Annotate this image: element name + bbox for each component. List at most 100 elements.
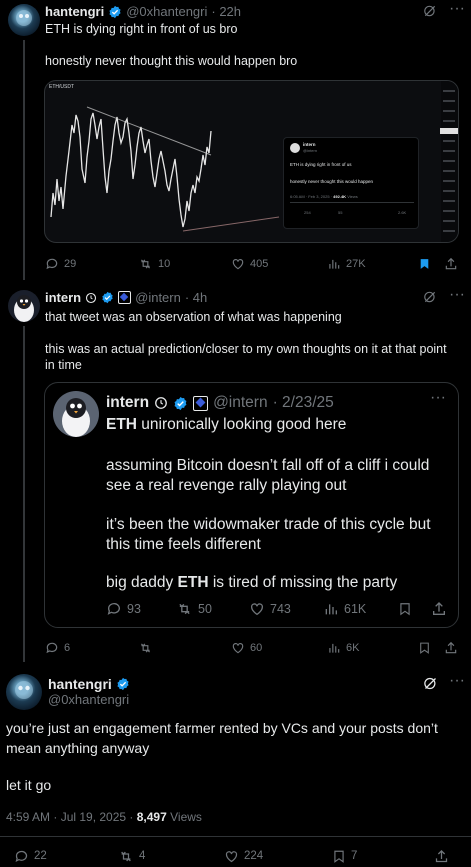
thread-line xyxy=(23,40,25,280)
views-button[interactable]: 6K xyxy=(327,641,359,655)
quoted-repost-button[interactable]: 50 xyxy=(176,601,212,617)
quoted-line6-pre: big daddy xyxy=(106,574,178,591)
quoted-line1-ticker: ETH xyxy=(106,416,137,433)
like-button[interactable]: 60 xyxy=(231,641,262,655)
penguin-avatar xyxy=(62,398,90,437)
quoted-bookmark-button[interactable] xyxy=(398,601,412,617)
post-text-line1: ETH is dying right in front of us bro xyxy=(45,22,238,36)
quoted-reply-count: 93 xyxy=(127,602,141,616)
more-options-icon[interactable]: ··· xyxy=(449,0,465,18)
bookmark-button[interactable]: 7 xyxy=(332,849,357,864)
verified-badge-icon xyxy=(109,5,121,18)
views-chart-icon xyxy=(329,643,340,653)
affiliate-badge-icon xyxy=(118,291,132,304)
reply-count: 6 xyxy=(64,642,71,654)
quoted-views-button[interactable]: 61K xyxy=(323,601,366,617)
share-button[interactable] xyxy=(444,257,458,271)
reply-button[interactable]: 6 xyxy=(45,641,70,655)
reply-icon xyxy=(107,603,120,615)
post-image-chart[interactable]: ETH/USDT intern @intern ETH is dying rig… xyxy=(44,80,459,243)
embedded-meta-time: 6:05 AM · Feb 3, 2025 · xyxy=(290,194,333,199)
quoted-line1-text: unironically looking good here xyxy=(137,416,347,433)
heart-icon xyxy=(232,259,244,270)
post-meta-views-label: Views xyxy=(170,810,202,824)
like-button[interactable]: 224 xyxy=(224,849,263,864)
heart-icon xyxy=(251,603,263,616)
avatar-intern[interactable] xyxy=(8,290,40,322)
embedded-meta-views-label: Views xyxy=(347,194,358,199)
grok-icon[interactable] xyxy=(423,290,437,309)
repost-count: 4 xyxy=(139,850,146,862)
view-count: 27K xyxy=(346,258,366,270)
embedded-author: intern xyxy=(303,142,316,147)
quoted-line4: it’s been the widowmaker trade of this c… xyxy=(106,516,431,533)
author-name[interactable]: hantengri xyxy=(45,4,104,19)
quoted-share-button[interactable] xyxy=(431,601,447,617)
author-handle[interactable]: @intern xyxy=(135,290,181,305)
repost-icon xyxy=(121,851,131,861)
post-meta: 4:59 AM · Jul 19, 2025 · 8,497 Views xyxy=(6,810,202,824)
clock-badge-icon xyxy=(86,292,97,303)
author-name[interactable]: hantengri xyxy=(48,676,112,692)
penguin-avatar xyxy=(14,295,34,322)
more-options-icon[interactable]: ··· xyxy=(449,286,465,304)
quoted-reply-button[interactable]: 93 xyxy=(106,601,141,617)
embedded-handle: @intern xyxy=(303,148,318,153)
repost-icon xyxy=(141,643,150,653)
embedded-tweet-card: intern @intern ETH is dying right in fro… xyxy=(283,137,419,229)
bookmark-button[interactable] xyxy=(418,641,431,655)
quoted-more-icon[interactable]: ··· xyxy=(430,389,446,407)
grok-icon[interactable] xyxy=(423,676,438,696)
post-time[interactable]: · 4h xyxy=(185,290,207,305)
avatar-hantengri[interactable] xyxy=(8,4,40,36)
reply-icon xyxy=(15,850,28,862)
like-button[interactable]: 405 xyxy=(231,257,268,271)
repost-icon xyxy=(179,603,190,615)
embedded-replies: 254 xyxy=(304,210,311,215)
views-button[interactable]: 27K xyxy=(327,257,366,271)
reply-button[interactable]: 29 xyxy=(45,257,76,271)
grok-icon[interactable] xyxy=(423,4,437,23)
quoted-date[interactable]: · 2/23/25 xyxy=(273,394,334,412)
reply-icon xyxy=(46,258,58,270)
affiliate-badge-icon xyxy=(193,395,209,411)
post-meta-time[interactable]: 4:59 AM · Jul 19, 2025 · xyxy=(6,810,133,824)
avatar-hantengri[interactable] xyxy=(6,674,42,710)
share-button[interactable] xyxy=(434,849,449,864)
reply-count: 22 xyxy=(34,850,47,862)
quoted-handle[interactable]: @intern xyxy=(213,394,268,412)
post-time[interactable]: · 22h xyxy=(211,4,241,19)
quoted-line6-post: is tired of missing the party xyxy=(208,574,398,591)
quoted-repost-count: 50 xyxy=(198,602,212,616)
share-button[interactable] xyxy=(444,641,458,655)
heart-icon xyxy=(225,850,238,862)
quoted-post[interactable]: intern @intern · 2/23/25 ··· ETH unironi… xyxy=(44,382,459,628)
embedded-likes: 2.6K xyxy=(398,210,407,215)
avatar-art xyxy=(15,681,33,699)
author-handle[interactable]: @0xhantengri xyxy=(126,4,207,19)
verified-badge-icon xyxy=(117,677,129,691)
post-text-line2: this was an actual prediction/closer to … xyxy=(45,342,447,356)
embedded-divider xyxy=(290,202,414,203)
embedded-meta: 6:05 AM · Feb 3, 2025 · 492.4K Views xyxy=(290,194,358,199)
quoted-line6: big daddy ETH is tired of missing the pa… xyxy=(106,574,397,592)
reply-icon xyxy=(46,642,58,654)
repost-button[interactable]: 4 xyxy=(118,849,145,864)
avatar-art xyxy=(16,10,32,26)
repost-button[interactable] xyxy=(138,641,153,655)
heart-icon xyxy=(232,643,244,654)
quoted-avatar[interactable] xyxy=(53,391,99,437)
bookmark-button[interactable] xyxy=(418,257,431,271)
bookmark-icon xyxy=(420,642,429,654)
quoted-view-count: 61K xyxy=(344,602,367,616)
reply-button[interactable]: 22 xyxy=(14,849,47,864)
repost-button[interactable]: 10 xyxy=(138,257,170,271)
post-text-line3: let it go xyxy=(6,777,52,793)
quoted-author-name[interactable]: intern xyxy=(106,394,149,412)
author-handle[interactable]: @0xhantengri xyxy=(48,692,129,707)
more-options-icon[interactable]: ··· xyxy=(449,672,465,690)
view-count: 6K xyxy=(346,642,360,654)
like-count: 224 xyxy=(244,850,264,862)
author-name[interactable]: intern xyxy=(45,290,81,305)
quoted-like-button[interactable]: 743 xyxy=(249,601,291,617)
